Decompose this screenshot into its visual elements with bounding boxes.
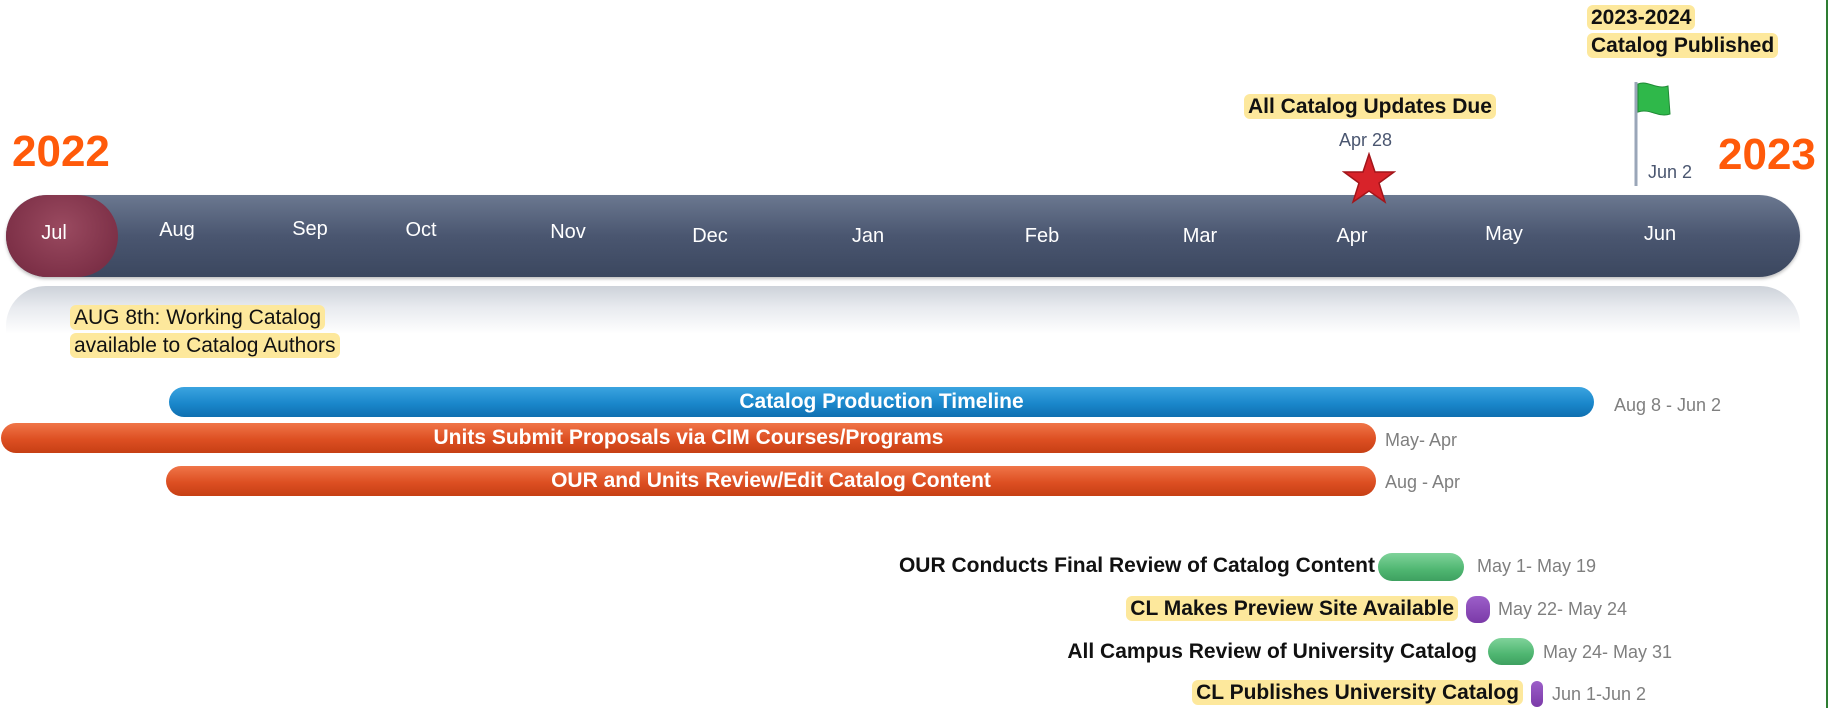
- task-publish-range: Jun 1-Jun 2: [1552, 684, 1647, 704]
- milestone-updates-due-date: Apr 28: [1339, 130, 1393, 150]
- task-publish-bar: [1531, 681, 1543, 707]
- task-final-review-label: OUR Conducts Final Review of Catalog Con…: [898, 554, 1375, 577]
- task-preview-site-range: May 22- May 24: [1498, 599, 1628, 619]
- month-label-mar: Mar: [1182, 225, 1218, 247]
- milestone-published-line2: Catalog Published: [1587, 33, 1779, 58]
- callout-line1: AUG 8th: Working Catalog: [70, 305, 326, 330]
- bar-review-edit-range: Aug - Apr: [1385, 472, 1461, 492]
- month-label-jan: Jan: [851, 225, 885, 247]
- month-band: [6, 195, 1800, 277]
- month-label-sep: Sep: [292, 218, 328, 240]
- milestone-updates-due-label: All Catalog Updates Due: [1244, 93, 1496, 121]
- milestone-published-label: 2023-2024 Catalog Published: [1587, 4, 1779, 60]
- task-campus-review-range: May 24- May 31: [1543, 642, 1673, 662]
- month-label-dec: Dec: [692, 225, 728, 247]
- month-label-may: May: [1485, 223, 1523, 245]
- month-label-jun: Jun: [1643, 223, 1677, 245]
- month-label-feb: Feb: [1024, 225, 1060, 247]
- task-final-review-bar: [1378, 553, 1464, 581]
- bar-catalog-production: Catalog Production Timeline: [169, 387, 1594, 417]
- task-publish-label: CL Publishes University Catalog: [1192, 679, 1523, 707]
- star-icon: [1342, 152, 1396, 204]
- milestone-published-line1: 2023-2024: [1587, 5, 1696, 30]
- milestone-published-date: Jun 2: [1648, 162, 1693, 182]
- working-catalog-callout: AUG 8th: Working Catalog available to Ca…: [70, 304, 340, 360]
- bar-units-submit: Units Submit Proposals via CIM Courses/P…: [1, 423, 1376, 453]
- task-publish-text: CL Publishes University Catalog: [1192, 680, 1523, 705]
- start-year-label: 2022: [12, 127, 110, 176]
- month-label-jul: Jul: [41, 222, 67, 244]
- task-preview-site-text: CL Makes Preview Site Available: [1126, 596, 1458, 621]
- month-label-nov: Nov: [550, 221, 586, 243]
- callout-line2: available to Catalog Authors: [70, 333, 340, 358]
- month-label-oct: Oct: [405, 219, 437, 241]
- task-preview-site-bar: [1466, 596, 1490, 623]
- milestone-updates-due-text: All Catalog Updates Due: [1244, 94, 1496, 119]
- bar-catalog-production-range: Aug 8 - Jun 2: [1614, 395, 1722, 415]
- task-campus-review-label: All Campus Review of University Catalog: [1067, 640, 1477, 663]
- bar-units-submit-range: May- Apr: [1385, 430, 1458, 450]
- task-preview-site-label: CL Makes Preview Site Available: [1126, 595, 1458, 623]
- month-label-aug: Aug: [159, 219, 195, 241]
- task-campus-review-bar: [1488, 638, 1534, 665]
- task-final-review-range: May 1- May 19: [1477, 556, 1597, 576]
- month-label-apr: Apr: [1336, 225, 1368, 247]
- bar-review-edit: OUR and Units Review/Edit Catalog Conten…: [166, 466, 1376, 496]
- end-year-label: 2023: [1718, 130, 1816, 179]
